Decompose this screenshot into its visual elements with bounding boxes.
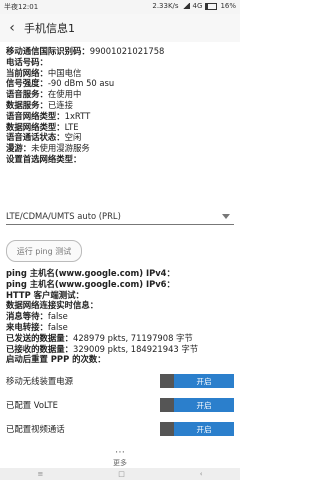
status-time: 半夜12:01 (4, 3, 39, 11)
info-row-data: 数据服务：已连接 (6, 99, 73, 110)
nav-menu-icon[interactable]: ≡ (37, 470, 43, 478)
nav-back-icon[interactable]: ‹ (200, 470, 203, 478)
toggle-track (160, 374, 174, 388)
more-label: 更多 (113, 459, 127, 467)
message-waiting-row: 消息等待：false (6, 311, 68, 322)
volte-label: 已配置 VoLTE (6, 400, 58, 410)
video-call-on-button[interactable]: 开启 (174, 422, 234, 436)
ping-ipv6-row: ping 主机名(www.google.com) IPv6： (6, 278, 175, 289)
network-type: 4G (192, 2, 203, 10)
ping-test-button[interactable]: 运行 ping 测试 (6, 240, 82, 262)
signal-icon (181, 3, 190, 9)
video-call-toggle[interactable]: 开启 (160, 422, 234, 436)
back-button[interactable]: ‹ (0, 14, 24, 42)
phone-info-section: 移动通信国际识别码：99001021021758 电话号码： 当前网络：中国电信… (6, 46, 236, 165)
ping-ipv4-row: ping 主机名(www.google.com) IPv4： (6, 268, 175, 278)
data-received-row: 已接收的数据量：329009 pkts, 184921943 字节 (6, 343, 199, 354)
volte-row: 已配置 VoLTE 开启 (6, 396, 234, 414)
dropdown-caret-icon (222, 213, 230, 219)
info-row-network: 当前网络：中国电信 (6, 67, 82, 78)
radio-power-on-button[interactable]: 开启 (174, 374, 234, 388)
ppp-reset-row: 启动后重置 PPP 的次数： (6, 354, 106, 365)
more-dots-icon: ⋯ (115, 447, 125, 458)
preferred-network-value: LTE/CDMA/UMTS auto (PRL) (6, 211, 121, 221)
radio-power-row: 移动无线装置电源 开启 (6, 372, 234, 390)
battery-icon (205, 2, 218, 10)
volte-toggle[interactable]: 开启 (160, 398, 234, 412)
chevron-left-icon: ‹ (9, 20, 15, 36)
data-sent-row: 已发送的数据量：428979 pkts, 71197908 字节 (6, 332, 193, 343)
info-row-phone: 电话号码： (6, 56, 48, 67)
status-right: 2.33K/s 4G 16% (152, 2, 236, 10)
info-row-call-state: 语音通话状态：空闲 (6, 132, 82, 143)
radio-power-label: 移动无线装置电源 (6, 376, 73, 386)
ping-data-section: ping 主机名(www.google.com) IPv4： ping 主机名(… (6, 268, 236, 365)
status-bar: 半夜12:01 2.33K/s 4G 16% (0, 0, 240, 14)
bottom-nav-bar: ≡ □ ‹ (0, 468, 240, 480)
info-row-signal: 信号强度：-90 dBm 50 asu (6, 78, 115, 89)
info-row-roaming: 漫游：未使用漫游服务 (6, 143, 90, 154)
call-forward-row: 来电转接：false (6, 321, 68, 332)
info-row-voice-type: 语音网络类型：1xRTT (6, 110, 91, 121)
volte-on-button[interactable]: 开启 (174, 398, 234, 412)
data-realtime-row: 数据网络连接实时信息： (6, 300, 99, 311)
battery-level: 16% (220, 2, 236, 10)
network-speed: 2.33K/s (152, 2, 179, 10)
nav-home-icon[interactable]: □ (118, 470, 125, 478)
radio-power-toggle[interactable]: 开启 (160, 374, 234, 388)
video-call-row: 已配置视频通话 开启 (6, 420, 234, 438)
info-row-preferred: 设置首选网络类型： (6, 153, 82, 164)
toggle-track (160, 398, 174, 412)
page-title: 手机信息1 (24, 22, 75, 35)
info-row-imei: 移动通信国际识别码：99001021021758 (6, 46, 165, 56)
app-header: ‹ 手机信息1 (0, 14, 240, 42)
video-call-label: 已配置视频通话 (6, 424, 65, 434)
http-test-row: HTTP 客户端测试： (6, 289, 84, 300)
preferred-network-select[interactable]: LTE/CDMA/UMTS auto (PRL) (6, 208, 234, 225)
toggle-track (160, 422, 174, 436)
info-row-data-type: 数据网络类型：LTE (6, 121, 79, 132)
info-row-voice: 语音服务：在使用中 (6, 89, 82, 100)
